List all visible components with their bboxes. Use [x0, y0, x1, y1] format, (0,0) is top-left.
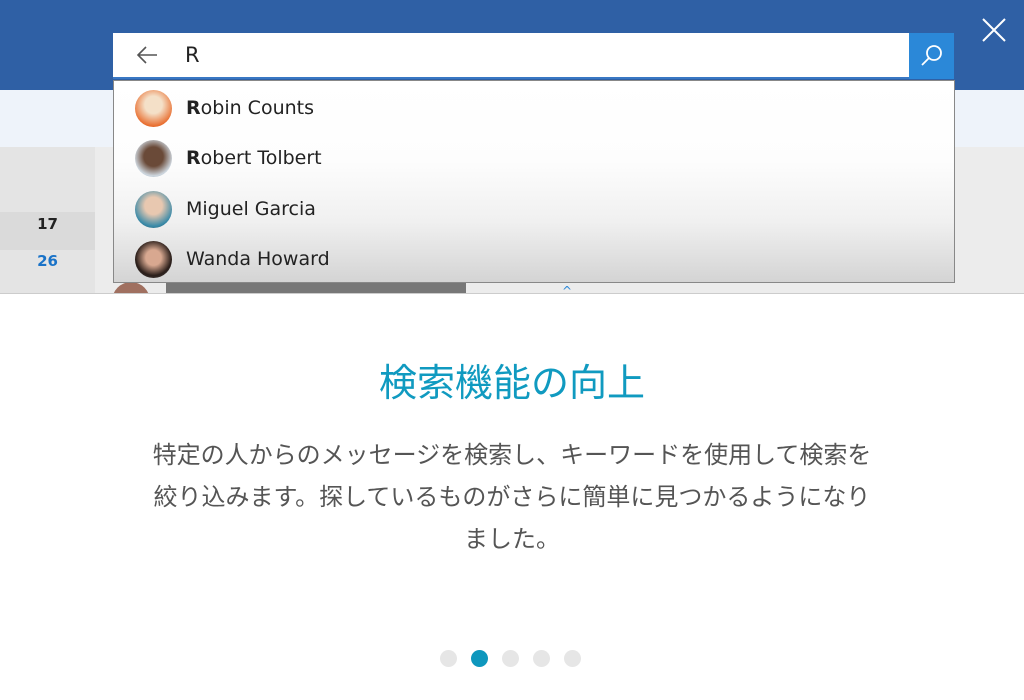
search-input[interactable]	[185, 43, 885, 67]
page-indicator	[440, 650, 581, 667]
suggestion-name: Wanda Howard	[186, 248, 330, 270]
feature-title: 検索機能の向上	[378, 361, 645, 405]
suggestion-wanda-howard[interactable]: Wanda Howard	[114, 234, 954, 284]
search-button[interactable]	[909, 33, 954, 79]
date-26: 26	[37, 252, 58, 270]
feature-description: 特定の人からのメッセージを検索し、キーワードを使用して検索を絞り込みます。探して…	[152, 441, 872, 553]
suggestion-miguel-garcia[interactable]: Miguel Garcia	[114, 184, 954, 234]
suggestion-robin-counts[interactable]: Robin Counts	[114, 83, 954, 133]
avatar	[135, 90, 172, 127]
avatar	[135, 241, 172, 278]
page-dot-3[interactable]	[502, 650, 519, 667]
suggestion-robert-tolbert[interactable]: Robert Tolbert	[114, 133, 954, 183]
page-dot-4[interactable]	[533, 650, 550, 667]
date-17: 17	[0, 212, 95, 250]
feature-intro-panel: 検索機能の向上 特定の人からのメッセージを検索し、キーワードを使用して検索を絞り…	[0, 293, 1024, 700]
page-dot-5[interactable]	[564, 650, 581, 667]
suggestion-name: Robin Counts	[186, 97, 315, 119]
search-suggestions: Robin Counts Robert Tolbert Miguel Garci…	[113, 80, 955, 283]
search-icon	[921, 45, 942, 66]
avatar	[135, 191, 172, 228]
search-box	[113, 33, 954, 79]
arrow-left-icon[interactable]	[135, 44, 159, 66]
close-icon[interactable]	[980, 16, 1008, 44]
suggestion-name: Miguel Garcia	[186, 198, 316, 220]
page-dot-1[interactable]	[440, 650, 457, 667]
page-dot-2[interactable]	[471, 650, 488, 667]
suggestion-name: Robert Tolbert	[186, 147, 322, 169]
avatar	[135, 140, 172, 177]
